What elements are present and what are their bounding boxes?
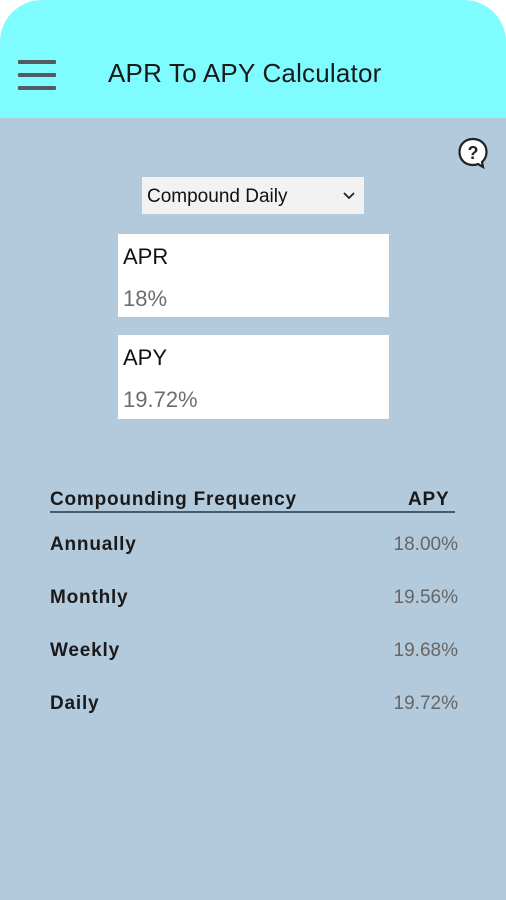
app-screen: APR To APY Calculator ? Compound Daily A… [0, 0, 506, 900]
apy-field-value: 19.72% [123, 387, 198, 412]
chevron-down-icon [343, 192, 355, 200]
table-header-frequency: Compounding Frequency [50, 489, 297, 510]
menu-line [18, 60, 56, 64]
hamburger-menu-icon[interactable] [18, 60, 56, 90]
page-title: APR To APY Calculator [108, 58, 382, 88]
apy-field[interactable]: APY 19.72% [118, 335, 389, 419]
table-row-label: Annually [50, 534, 137, 555]
table-header-divider [50, 511, 455, 513]
table-row-value: 19.68% [393, 640, 458, 661]
menu-line [18, 86, 56, 90]
help-question-icon[interactable]: ? [457, 137, 489, 170]
select-value: Compound Daily [147, 186, 288, 207]
table-row-value: 18.00% [393, 534, 458, 555]
table-row-value: 19.56% [393, 587, 458, 608]
table-row-label: Monthly [50, 587, 129, 608]
apr-field[interactable]: APR 18% [118, 234, 389, 317]
svg-text:?: ? [468, 143, 479, 163]
compound-frequency-select[interactable]: Compound Daily [142, 177, 364, 214]
table-row-label: Daily [50, 693, 100, 714]
table-row-label: Weekly [50, 640, 120, 661]
apy-field-label: APY [123, 345, 168, 370]
table-header-apy: APY [408, 489, 450, 510]
apr-field-value: 18% [123, 286, 168, 311]
table-row-value: 19.72% [393, 693, 458, 714]
apr-field-label: APR [123, 244, 169, 269]
menu-line [18, 73, 56, 77]
